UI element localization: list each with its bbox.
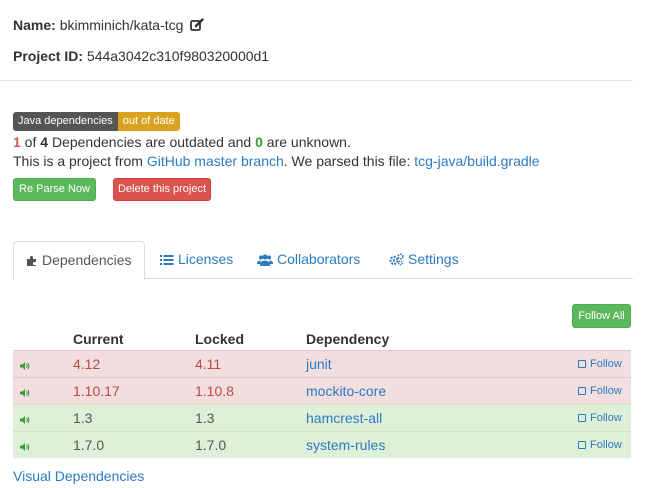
parsed-file-link[interactable]: tcg-java/build.gradle [414,153,539,169]
follow-label: Follow [590,358,622,370]
table-row: 1.7.0 1.7.0 system-rules Follow [13,431,631,458]
locked-version: 1.7.0 [195,437,227,453]
project-id: 544a3042c310f980320000d1 [86,48,270,64]
current-version: 1.7.0 [73,437,105,453]
checkbox-icon [578,441,586,449]
tab-settings[interactable]: Settings [377,241,471,279]
speaker-icon[interactable] [20,358,30,374]
column-header-dependency: Dependency [306,331,390,347]
follow-toggle[interactable]: Follow [578,439,622,451]
divider [0,80,633,81]
github-branch-link[interactable]: GitHub master branch [147,153,284,169]
badge-label: Java dependencies [13,112,118,131]
tab-label: Settings [408,251,459,267]
table-row: 4.12 4.11 junit Follow [13,350,631,377]
locked-version: 1.10.8 [195,383,234,399]
delete-project-button[interactable]: Delete this project [113,178,211,201]
checkbox-icon [578,414,586,422]
reparse-button[interactable]: Re Parse Now [13,178,96,201]
summary-middle: Dependencies are outdated and [48,134,256,150]
outdated-count: 1 [13,134,21,150]
dependency-link[interactable]: mockito-core [306,383,386,399]
edit-icon[interactable] [190,18,204,35]
follow-label: Follow [590,385,622,397]
unknown-count: 0 [255,134,263,150]
project-name: bkimminich/kata-tcg [59,17,184,33]
dependency-summary: 1 of 4 Dependencies are outdated and 0 a… [13,134,351,150]
visual-dependencies-link[interactable]: Visual Dependencies [13,468,144,484]
column-header-locked: Locked [195,331,245,347]
follow-all-button[interactable]: Follow All [572,304,631,328]
project-id-line: Project ID: 544a3042c310f980320000d1 [13,48,269,64]
locked-version: 4.11 [195,356,222,372]
speaker-icon[interactable] [20,412,30,428]
tab-label: Dependencies [42,252,132,268]
summary-end: are unknown. [262,134,351,150]
dependency-link[interactable]: junit [306,356,332,372]
summary-of: of [20,134,41,150]
locked-version: 1.3 [195,410,215,426]
checkbox-icon [578,360,586,368]
checkbox-icon [578,387,586,395]
project-id-label: Project ID: [13,48,84,64]
follow-toggle[interactable]: Follow [578,412,622,424]
speaker-icon[interactable] [20,439,30,455]
tab-label: Collaborators [277,251,361,267]
source-middle: . We parsed this file: [283,153,415,169]
source-info: This is a project from GitHub master bra… [13,153,540,169]
follow-label: Follow [590,412,622,424]
project-name-line: Name: bkimminich/kata-tcg [13,17,204,35]
source-prefix: This is a project from [13,153,147,169]
gears-icon [389,243,404,279]
current-version: 1.3 [73,410,93,426]
puzzle-icon [26,244,38,280]
tab-licenses[interactable]: Licenses [148,241,245,279]
project-tabs: Dependencies Licenses Collaborators Sett… [13,241,633,280]
follow-toggle[interactable]: Follow [578,385,622,397]
follow-label: Follow [590,439,622,451]
name-label: Name: [13,17,56,33]
badge-status: out of date [117,112,180,131]
users-icon [257,243,273,279]
speaker-icon[interactable] [20,385,30,401]
dependency-link[interactable]: system-rules [306,437,385,453]
column-header-current: Current [73,331,124,347]
follow-toggle[interactable]: Follow [578,358,622,370]
dependency-link[interactable]: hamcrest-all [306,410,382,426]
total-count: 4 [40,134,49,150]
tab-label: Licenses [178,251,234,267]
current-version: 4.12 [73,356,101,372]
status-badge: Java dependencies out of date [13,112,180,131]
table-row: 1.3 1.3 hamcrest-all Follow [13,404,631,431]
tab-dependencies[interactable]: Dependencies [13,241,145,280]
table-row: 1.10.17 1.10.8 mockito-core Follow [13,377,631,404]
tab-collaborators[interactable]: Collaborators [245,241,372,279]
list-icon [160,243,174,279]
current-version: 1.10.17 [73,383,120,399]
